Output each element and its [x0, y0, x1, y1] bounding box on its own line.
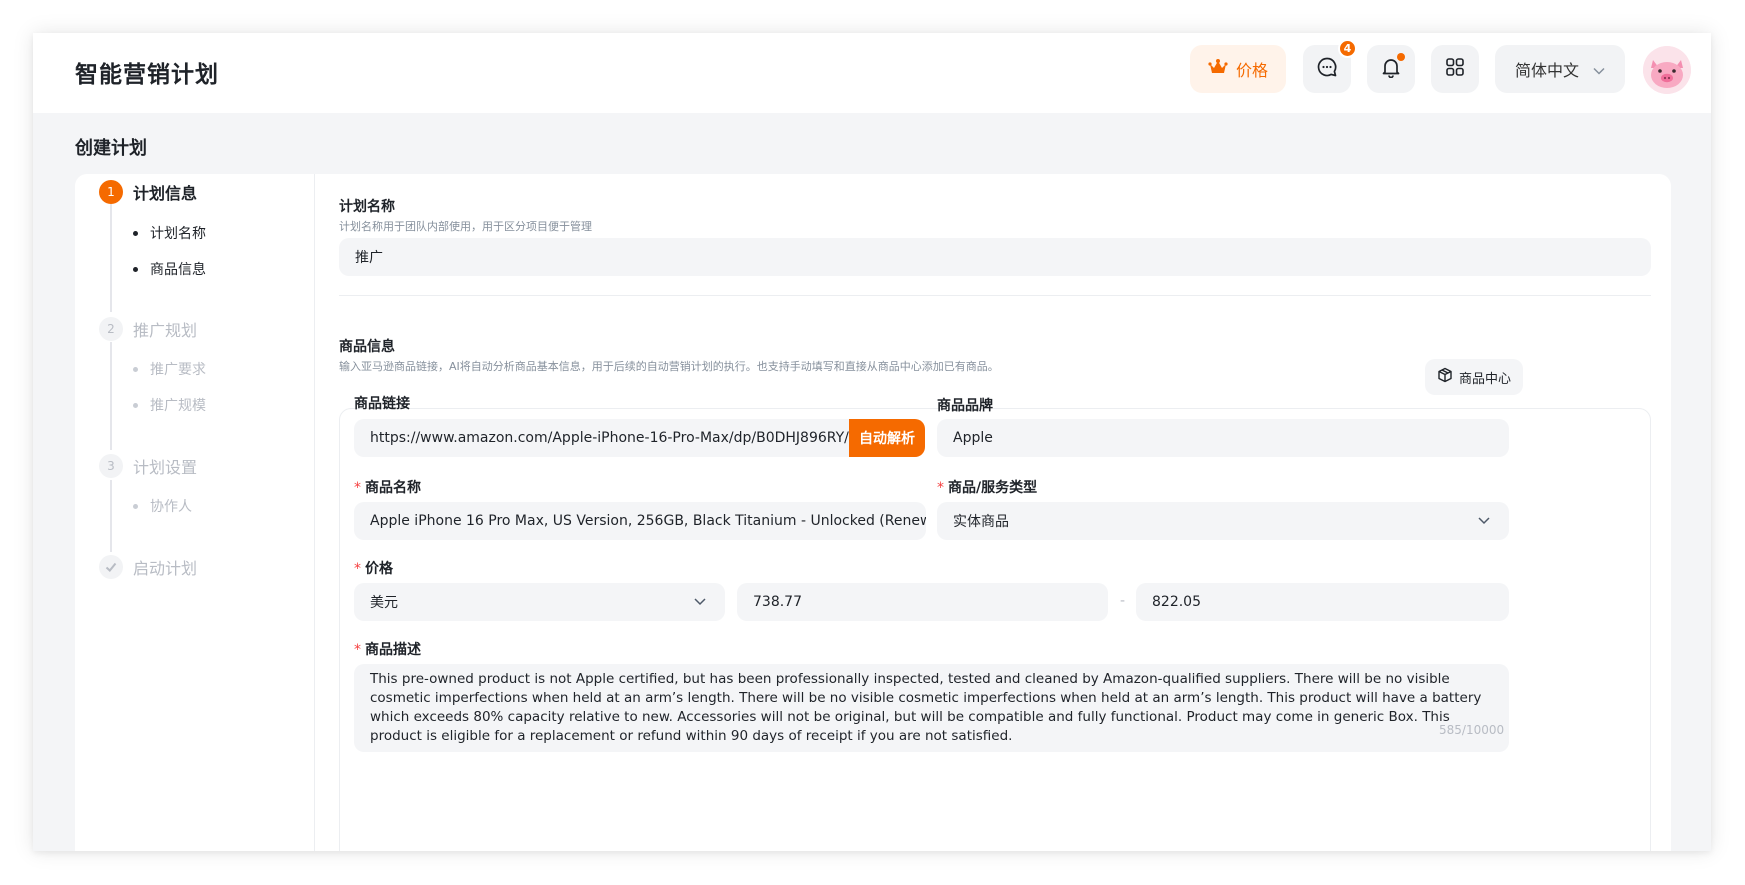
plan-name-input[interactable]: 推广 [339, 238, 1651, 276]
substep-product-info[interactable]: 商品信息 [133, 259, 206, 279]
step-launch-plan[interactable]: 启动计划 [99, 555, 197, 579]
notifications-button[interactable] [1367, 45, 1415, 93]
step-connector [110, 480, 112, 552]
price-range-separator: - [1120, 593, 1126, 609]
product-description-textarea[interactable]: This pre-owned product is not Apple cert… [354, 664, 1509, 752]
step-plan-settings[interactable]: 3 计划设置 [99, 454, 197, 478]
grid-icon [1445, 57, 1465, 81]
check-icon [99, 555, 123, 579]
language-label: 简体中文 [1514, 61, 1579, 80]
step-number: 2 [99, 317, 123, 341]
product-info-description: 输入亚马逊商品链接，AI将自动分析商品基本信息，用于后续的自动营销计划的执行。也… [339, 360, 999, 373]
plan-name-title: 计划名称 [339, 199, 395, 215]
auto-parse-button[interactable]: 自动解析 [849, 419, 925, 457]
step-connector [110, 204, 112, 312]
price-min-input[interactable]: 738.77 [737, 583, 1108, 621]
page-title: 创建计划 [75, 138, 147, 159]
apps-grid-button[interactable] [1431, 45, 1479, 93]
substep-collaborators[interactable]: 协作人 [133, 496, 192, 516]
price-max-input[interactable]: 822.05 [1136, 583, 1509, 621]
product-link-input[interactable]: https://www.amazon.com/Apple-iPhone-16-P… [354, 419, 850, 457]
notification-dot [1397, 53, 1405, 61]
step-label: 启动计划 [133, 559, 198, 578]
top-header: 智能营销计划 价格 4 简体中文 [33, 33, 1711, 113]
product-center-button[interactable]: 商品中心 [1425, 359, 1523, 395]
pricing-label: 价格 [1235, 61, 1268, 80]
step-number: 3 [99, 454, 123, 478]
substep-promotion-scale[interactable]: 推广规模 [133, 395, 206, 415]
messages-button[interactable]: 4 [1303, 39, 1357, 93]
step-label: 计划设置 [133, 458, 198, 477]
product-brand-label: 商品品牌 [937, 398, 993, 414]
currency-select[interactable]: 美元 [354, 583, 725, 621]
step-label: 计划信息 [133, 184, 198, 203]
product-name-label: * 商品名称 [354, 480, 421, 496]
plan-form: 计划名称 计划名称用于团队内部使用，用于区分项目便于管理 推广 商品信息 输入亚… [315, 174, 1671, 851]
user-avatar[interactable] [1643, 46, 1691, 94]
description-char-counter: 585/10000 [1439, 723, 1505, 737]
crown-icon [1208, 58, 1228, 80]
product-type-label: * 商品/服务类型 [937, 480, 1038, 496]
step-plan-info[interactable]: 1 计划信息 [99, 180, 197, 204]
product-brand-input[interactable]: Apple [937, 419, 1509, 457]
pig-avatar [1643, 46, 1691, 94]
product-type-value: 实体商品 [953, 514, 1009, 530]
create-plan-card: 1 计划信息 计划名称 商品信息 2 推广规划 推广要求 推广规模 3 计划设置… [75, 174, 1671, 851]
step-number: 1 [99, 180, 123, 204]
pricing-button[interactable]: 价格 [1190, 45, 1286, 93]
app-window: 智能营销计划 价格 4 简体中文 创建计划 1 计划信息 计划名称 商品信息 2… [33, 33, 1711, 851]
chevron-down-icon [1477, 513, 1491, 531]
currency-value: 美元 [370, 595, 398, 611]
step-promotion-planning[interactable]: 2 推广规划 [99, 317, 197, 341]
substep-plan-name[interactable]: 计划名称 [133, 223, 206, 243]
product-type-select[interactable]: 实体商品 [937, 502, 1509, 540]
message-count-badge: 4 [1338, 39, 1357, 58]
product-center-label: 商品中心 [1458, 371, 1511, 387]
price-label: * 价格 [354, 561, 393, 577]
product-link-label: 商品链接 [354, 396, 410, 412]
substep-promotion-requirements[interactable]: 推广要求 [133, 359, 206, 379]
box-icon [1437, 367, 1453, 387]
step-connector [110, 342, 112, 450]
step-label: 推广规划 [133, 321, 198, 340]
chevron-down-icon [1593, 60, 1605, 79]
product-info-title: 商品信息 [339, 339, 395, 355]
step-navigator: 1 计划信息 计划名称 商品信息 2 推广规划 推广要求 推广规模 3 计划设置… [75, 174, 315, 851]
plan-name-description: 计划名称用于团队内部使用，用于区分项目便于管理 [339, 220, 592, 233]
product-name-input[interactable]: Apple iPhone 16 Pro Max, US Version, 256… [354, 502, 926, 540]
chevron-down-icon [693, 594, 707, 612]
product-details-panel [339, 408, 1651, 851]
chat-icon [1316, 56, 1338, 82]
language-selector[interactable]: 简体中文 [1495, 45, 1625, 93]
app-title: 智能营销计划 [75, 62, 219, 88]
section-divider [339, 295, 1651, 296]
product-description-label: * 商品描述 [354, 642, 421, 658]
